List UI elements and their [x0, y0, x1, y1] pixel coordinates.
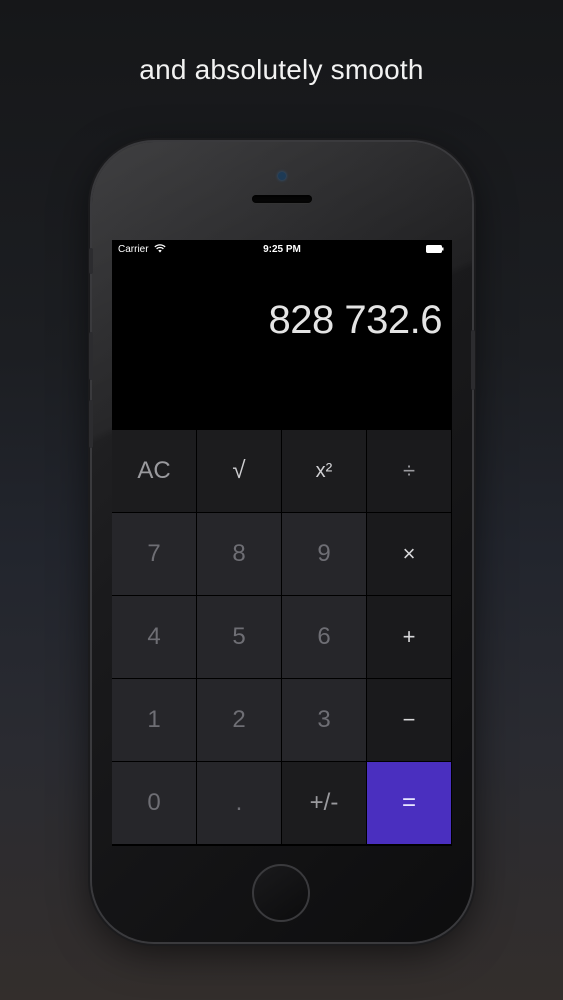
power-button[interactable] [471, 330, 475, 390]
calculator-display: 828 732.6 [112, 260, 452, 430]
volume-up-button[interactable] [89, 332, 93, 380]
front-camera-icon [278, 172, 286, 180]
status-time: 9:25 PM [263, 244, 301, 255]
digit-9-button[interactable]: 9 [282, 513, 366, 595]
digit-7-button[interactable]: 7 [112, 513, 196, 595]
digit-6-button[interactable]: 6 [282, 596, 366, 678]
status-bar: Carrier 9:25 PM [112, 240, 452, 260]
digit-8-button[interactable]: 8 [197, 513, 281, 595]
digit-4-button[interactable]: 4 [112, 596, 196, 678]
keypad: AC √ x² ÷ 7 8 9 × 4 5 6 +1 2 3− 0. +/- = [112, 430, 452, 846]
add-button[interactable]: + [367, 596, 451, 678]
phone-screen: Carrier 9:25 PM 828 732.6 AC √ x² ÷ 7 8 9 × 4 5 6 +… [112, 240, 452, 846]
all-clear-button[interactable]: AC [112, 430, 196, 512]
display-value: 828 732.6 [268, 298, 443, 342]
digit-3-button[interactable]: 3 [282, 679, 366, 761]
decimal-point-button[interactable]: . [197, 762, 281, 844]
promo-headline: and absolutely smooth [139, 54, 424, 85]
divide-button[interactable]: ÷ [367, 430, 451, 512]
phone-frame: Carrier 9:25 PM 828 732.6 AC √ x² ÷ 7 8 9 × 4 5 6 +… [92, 142, 472, 942]
earpiece-speaker [252, 195, 312, 203]
home-button[interactable] [252, 864, 310, 922]
square-root-button[interactable]: √ [197, 430, 281, 512]
mute-switch[interactable] [89, 248, 93, 274]
equals-button[interactable]: = [367, 762, 451, 844]
square-button[interactable]: x² [282, 430, 366, 512]
digit-2-button[interactable]: 2 [197, 679, 281, 761]
multiply-button[interactable]: × [367, 513, 451, 595]
toggle-sign-button[interactable]: +/- [282, 762, 366, 844]
battery-icon [426, 245, 444, 253]
volume-down-button[interactable] [89, 400, 93, 448]
digit-0-button[interactable]: 0 [112, 762, 196, 844]
subtract-button[interactable]: − [367, 679, 451, 761]
digit-1-button[interactable]: 1 [112, 679, 196, 761]
digit-5-button[interactable]: 5 [197, 596, 281, 678]
